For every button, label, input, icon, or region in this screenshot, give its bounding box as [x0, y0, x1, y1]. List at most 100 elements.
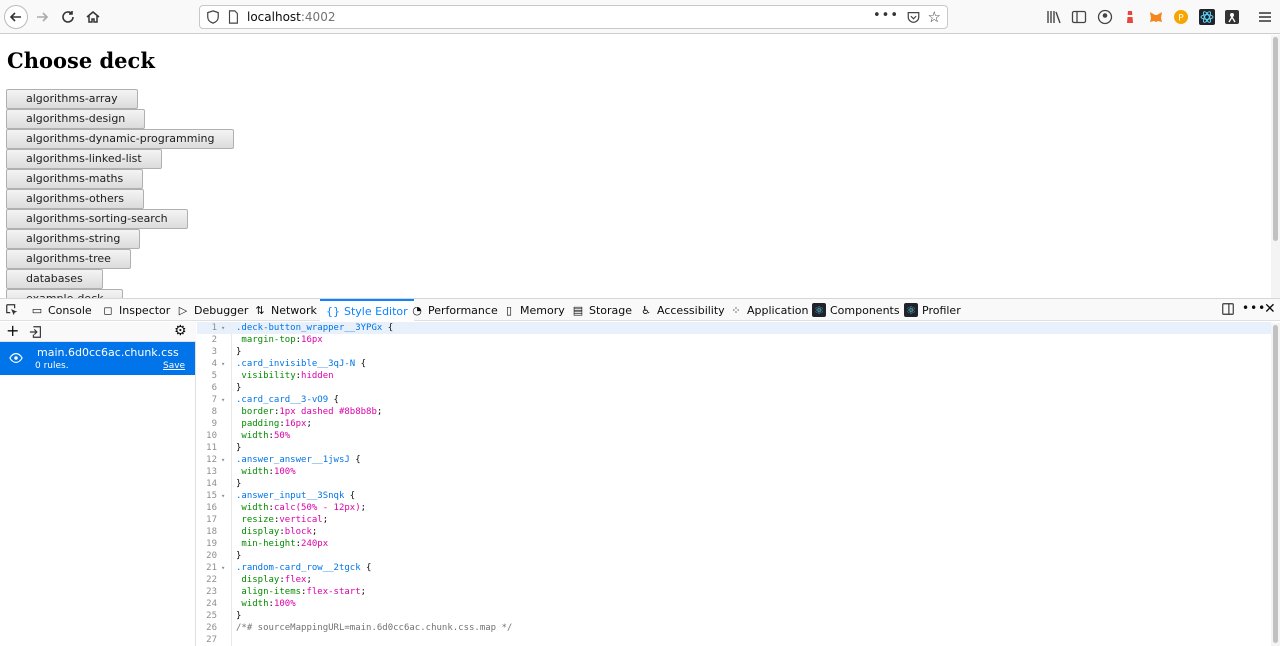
deck-button-example-deck[interactable]: example-deck: [6, 289, 124, 298]
reload-button[interactable]: [56, 5, 80, 29]
code-editor[interactable]: 1 ▾ .deck-button_wrapper__3YPGx {2 margin-…: [197, 322, 1271, 646]
code-line[interactable]: 1 ▾ .deck-button_wrapper__3YPGx {: [197, 322, 1271, 334]
tab-debugger[interactable]: ▷ Debugger: [176, 299, 249, 321]
fold-marker-icon[interactable]: ▾: [221, 322, 225, 334]
code-text: border:1px dashed #8b8b8b;: [241, 407, 383, 417]
code-line[interactable]: 8 border:1px dashed #8b8b8b;: [197, 406, 1271, 418]
code-line[interactable]: 18 display:block;: [197, 526, 1271, 538]
fold-marker-icon[interactable]: ▾: [221, 454, 225, 466]
code-line[interactable]: 23 align-items:flex-start;: [197, 586, 1271, 598]
code-text: display:block;: [241, 527, 318, 537]
code-line[interactable]: 3}: [197, 346, 1271, 358]
element-picker-icon[interactable]: [5, 303, 19, 317]
code-text: }: [236, 443, 242, 453]
tab-storage[interactable]: ▤ Storage: [571, 299, 632, 321]
extension-person-icon[interactable]: [1224, 9, 1240, 25]
devtools-more-button[interactable]: •••: [1242, 301, 1266, 315]
tab-application[interactable]: ⁘ Application: [729, 299, 808, 321]
back-button[interactable]: [4, 5, 28, 29]
code-text: width:calc(50% - 12px);: [241, 503, 367, 513]
save-link[interactable]: Save: [163, 361, 185, 371]
code-line[interactable]: 10 width:50%: [197, 430, 1271, 442]
code-line[interactable]: 20}: [197, 550, 1271, 562]
tab-accessibility[interactable]: ♿ Accessibility: [639, 299, 725, 321]
code-line[interactable]: 21 ▾ .random-card_row__2tgck {: [197, 562, 1271, 574]
library-icon[interactable]: [1046, 9, 1062, 25]
tab-console[interactable]: ▭ Console: [30, 299, 92, 321]
deck-button-algorithms-string[interactable]: algorithms-string: [6, 229, 141, 249]
sidebar-toggle-icon[interactable]: [1071, 9, 1087, 25]
tab-performance[interactable]: ◔ Performance: [410, 299, 498, 321]
deck-button-algorithms-linked-list[interactable]: algorithms-linked-list: [6, 149, 162, 169]
page-scrollbar[interactable]: [1271, 35, 1280, 298]
editor-scrollbar[interactable]: [1271, 323, 1280, 646]
code-line[interactable]: 26 /*# sourceMappingURL=main.6d0cc6ac.chu…: [197, 622, 1271, 634]
tab-inspector[interactable]: ◻ Inspector: [101, 299, 170, 321]
eye-icon[interactable]: [9, 352, 23, 364]
new-stylesheet-button[interactable]: +: [6, 322, 19, 340]
tab-style-editor[interactable]: {} Style Editor: [320, 299, 414, 321]
extension-react-devtools-icon[interactable]: [1199, 9, 1215, 25]
tab-memory[interactable]: ▯ Memory: [502, 299, 565, 321]
deck-button-algorithms-others[interactable]: algorithms-others: [6, 189, 145, 209]
fold-marker-icon[interactable]: ▾: [221, 358, 225, 370]
tab-profiler[interactable]: ⚛ Profiler: [904, 299, 961, 321]
page-scrollbar-thumb[interactable]: [1273, 37, 1278, 241]
fold-marker-icon[interactable]: ▾: [221, 394, 225, 406]
deck-button-algorithms-dynamic-programming[interactable]: algorithms-dynamic-programming: [6, 129, 235, 149]
code-line[interactable]: 2 margin-top:16px: [197, 334, 1271, 346]
page-info-icon[interactable]: [226, 10, 240, 24]
editor-scrollbar-thumb[interactable]: [1273, 325, 1278, 643]
code-line[interactable]: 13 width:100%: [197, 466, 1271, 478]
code-line[interactable]: 25}: [197, 610, 1271, 622]
hamburger-menu-icon[interactable]: [1257, 9, 1273, 25]
home-button[interactable]: [81, 5, 105, 29]
url-bar[interactable]: localhost:4002 ••• ☆: [199, 5, 948, 29]
url-host: localhost: [247, 10, 301, 24]
extension-lighthouse-icon[interactable]: [1122, 9, 1138, 25]
url-text[interactable]: localhost:4002: [247, 10, 335, 24]
code-line[interactable]: 19 min-height:240px: [197, 538, 1271, 550]
code-line[interactable]: 16 width:calc(50% - 12px);: [197, 502, 1271, 514]
page-actions-menu-button[interactable]: •••: [873, 8, 899, 23]
line-number: 21: [206, 563, 217, 573]
tab-components[interactable]: ⚛ Components: [812, 299, 900, 321]
fold-marker-icon[interactable]: ▾: [221, 490, 225, 502]
import-stylesheet-icon[interactable]: [29, 325, 43, 339]
code-line[interactable]: 7 ▾ .card_card__3-vO9 {: [197, 394, 1271, 406]
code-line[interactable]: 27: [197, 634, 1271, 646]
gear-icon[interactable]: ⚙: [174, 323, 187, 339]
pocket-icon[interactable]: [906, 10, 921, 24]
style-editor-icon: {}: [326, 304, 340, 318]
code-line[interactable]: 5 visibility:hidden: [197, 370, 1271, 382]
shield-icon[interactable]: [206, 10, 220, 24]
svg-text:P: P: [1178, 14, 1184, 24]
code-line[interactable]: 17 resize:vertical;: [197, 514, 1271, 526]
devtools-close-button[interactable]: ✕: [1264, 301, 1276, 317]
dock-side-icon[interactable]: [1221, 302, 1235, 316]
code-line[interactable]: 15 ▾ .answer_input__3Snqk {: [197, 490, 1271, 502]
fold-marker-icon[interactable]: ▾: [221, 562, 225, 574]
deck-button-databases[interactable]: databases: [6, 269, 103, 289]
deck-button-algorithms-sorting-search[interactable]: algorithms-sorting-search: [6, 209, 188, 229]
code-line[interactable]: 4 ▾ .card_invisible__3qJ-N {: [197, 358, 1271, 370]
line-number: 6: [211, 383, 217, 393]
deck-button-algorithms-design[interactable]: algorithms-design: [6, 109, 146, 129]
code-line[interactable]: 22 display:flex;: [197, 574, 1271, 586]
tab-network[interactable]: ⇅ Network: [253, 299, 317, 321]
code-line[interactable]: 14}: [197, 478, 1271, 490]
code-line[interactable]: 11}: [197, 442, 1271, 454]
deck-button-algorithms-maths[interactable]: algorithms-maths: [6, 169, 144, 189]
deck-button-algorithms-array[interactable]: algorithms-array: [6, 89, 138, 109]
deck-button-algorithms-tree[interactable]: algorithms-tree: [6, 249, 131, 269]
forward-button[interactable]: [30, 5, 54, 29]
code-line[interactable]: 12 ▾ .answer_answer__1jwsJ {: [197, 454, 1271, 466]
code-line[interactable]: 9 padding:16px;: [197, 418, 1271, 430]
account-icon[interactable]: [1097, 9, 1113, 25]
code-line[interactable]: 6}: [197, 382, 1271, 394]
stylesheet-item[interactable]: main.6d0cc6ac.chunk.css 0 rules. Save: [0, 342, 195, 375]
bookmark-star-icon[interactable]: ☆: [928, 9, 941, 25]
code-line[interactable]: 24 width:100%: [197, 598, 1271, 610]
extension-metamask-icon[interactable]: [1148, 9, 1164, 25]
extension-coin-icon[interactable]: P: [1173, 9, 1189, 25]
